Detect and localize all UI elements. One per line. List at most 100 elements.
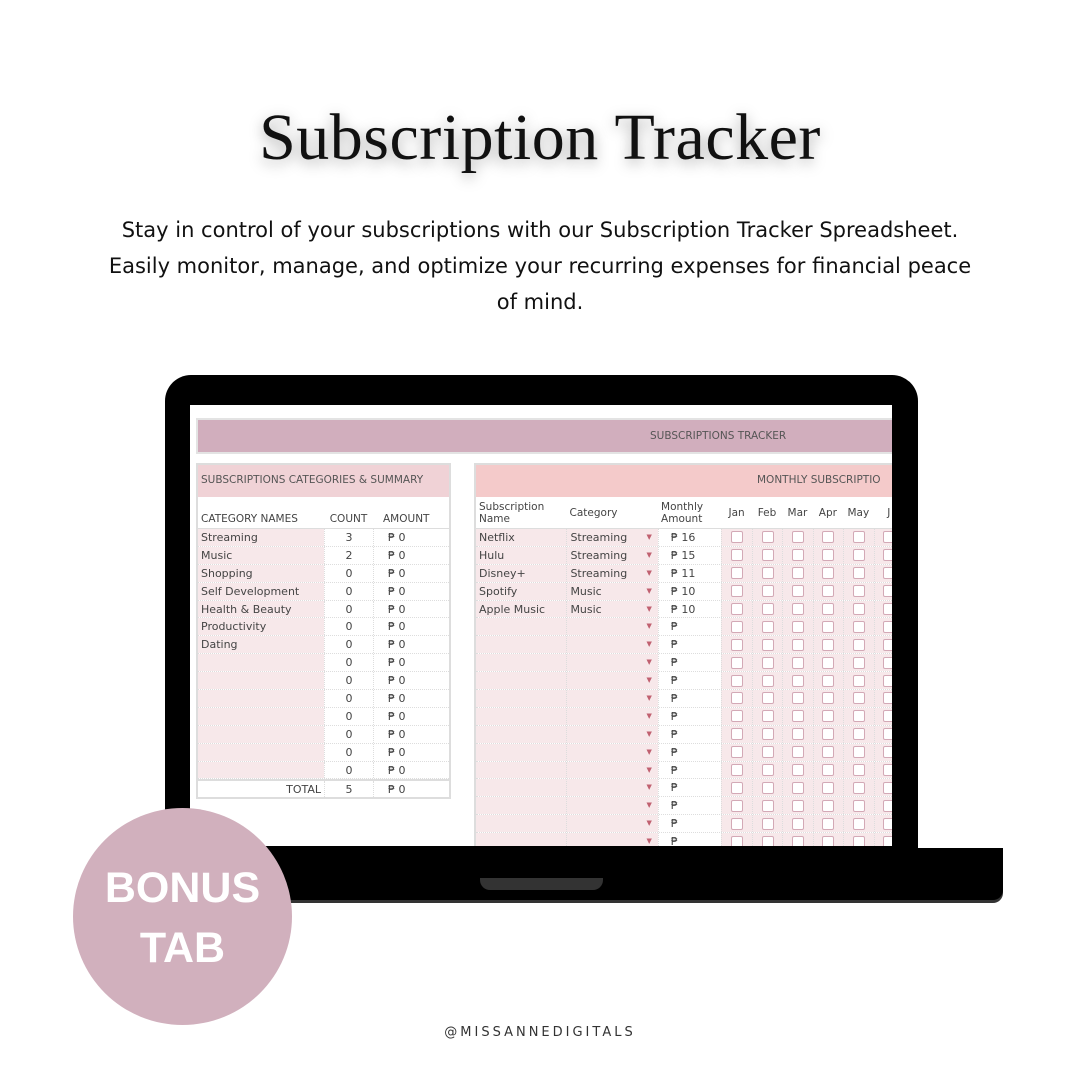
paid-checkbox[interactable]: [822, 549, 835, 562]
monthly-amount[interactable]: ₱ 11: [657, 564, 722, 582]
subscription-name[interactable]: [476, 636, 567, 654]
paid-checkbox[interactable]: [852, 799, 865, 812]
paid-checkbox[interactable]: [822, 799, 835, 812]
monthly-amount[interactable]: ₱: [657, 815, 722, 833]
paid-checkbox[interactable]: [822, 835, 835, 846]
dropdown-arrow-icon[interactable]: ▼: [646, 547, 651, 565]
monthly-amount[interactable]: ₱: [657, 743, 722, 761]
paid-checkbox[interactable]: [791, 638, 804, 651]
category-dropdown[interactable]: ▼: [566, 743, 658, 761]
paid-checkbox[interactable]: [761, 817, 774, 830]
paid-checkbox[interactable]: [731, 638, 744, 651]
category-dropdown[interactable]: Music ▼: [566, 600, 658, 619]
paid-checkbox[interactable]: [883, 835, 892, 846]
category-dropdown[interactable]: ▼: [566, 672, 658, 690]
paid-checkbox[interactable]: [822, 817, 835, 830]
paid-checkbox[interactable]: [822, 692, 835, 705]
paid-checkbox[interactable]: [883, 567, 892, 580]
paid-checkbox[interactable]: [791, 674, 804, 687]
paid-checkbox[interactable]: [791, 603, 804, 615]
category-dropdown[interactable]: ▼: [566, 833, 658, 846]
paid-checkbox[interactable]: [852, 835, 865, 846]
paid-checkbox[interactable]: [883, 620, 892, 633]
paid-checkbox[interactable]: [822, 710, 835, 723]
category-name[interactable]: [198, 761, 324, 779]
paid-checkbox[interactable]: [761, 585, 774, 598]
paid-checkbox[interactable]: [852, 620, 865, 633]
paid-checkbox[interactable]: [791, 710, 804, 723]
category-dropdown[interactable]: ▼: [566, 725, 658, 743]
paid-checkbox[interactable]: [761, 549, 774, 562]
paid-checkbox[interactable]: [761, 799, 774, 812]
subscription-name[interactable]: [476, 654, 567, 672]
paid-checkbox[interactable]: [822, 746, 835, 759]
subscription-name[interactable]: [476, 725, 567, 743]
dropdown-arrow-icon[interactable]: ▼: [646, 708, 651, 726]
subscription-name[interactable]: Apple Music: [476, 600, 567, 618]
paid-checkbox[interactable]: [822, 585, 835, 598]
category-name[interactable]: [198, 707, 324, 725]
paid-checkbox[interactable]: [731, 549, 744, 562]
paid-checkbox[interactable]: [852, 638, 865, 651]
dropdown-arrow-icon[interactable]: ▼: [646, 797, 651, 815]
dropdown-arrow-icon[interactable]: ▼: [646, 654, 651, 672]
paid-checkbox[interactable]: [852, 567, 865, 580]
paid-checkbox[interactable]: [791, 746, 804, 759]
monthly-amount[interactable]: ₱ 10: [657, 600, 722, 618]
monthly-amount[interactable]: ₱: [657, 618, 722, 636]
paid-checkbox[interactable]: [761, 656, 774, 669]
paid-checkbox[interactable]: [852, 674, 865, 687]
paid-checkbox[interactable]: [761, 764, 774, 777]
monthly-amount[interactable]: ₱: [657, 761, 722, 779]
dropdown-arrow-icon[interactable]: ▼: [646, 529, 651, 547]
category-name[interactable]: [198, 690, 324, 707]
paid-checkbox[interactable]: [852, 549, 865, 562]
paid-checkbox[interactable]: [761, 781, 774, 794]
paid-checkbox[interactable]: [761, 746, 774, 759]
dropdown-arrow-icon[interactable]: ▼: [646, 690, 651, 708]
paid-checkbox[interactable]: [791, 781, 804, 794]
monthly-amount[interactable]: ₱ 15: [657, 546, 722, 564]
paid-checkbox[interactable]: [731, 620, 744, 633]
paid-checkbox[interactable]: [822, 728, 835, 741]
paid-checkbox[interactable]: [731, 817, 744, 830]
paid-checkbox[interactable]: [791, 585, 804, 598]
paid-checkbox[interactable]: [822, 638, 835, 651]
paid-checkbox[interactable]: [731, 710, 744, 723]
category-dropdown[interactable]: ▼: [566, 815, 658, 833]
paid-checkbox[interactable]: [883, 710, 892, 723]
category-dropdown[interactable]: ▼: [566, 797, 658, 815]
paid-checkbox[interactable]: [761, 620, 774, 633]
paid-checkbox[interactable]: [731, 746, 744, 759]
category-dropdown[interactable]: ▼: [566, 636, 658, 654]
category-dropdown[interactable]: ▼: [566, 779, 658, 797]
category-name[interactable]: Shopping: [198, 564, 324, 582]
paid-checkbox[interactable]: [822, 603, 835, 615]
dropdown-arrow-icon[interactable]: ▼: [646, 601, 651, 619]
paid-checkbox[interactable]: [883, 781, 892, 794]
paid-checkbox[interactable]: [731, 692, 744, 705]
paid-checkbox[interactable]: [761, 531, 774, 544]
paid-checkbox[interactable]: [883, 764, 892, 777]
paid-checkbox[interactable]: [883, 746, 892, 759]
paid-checkbox[interactable]: [791, 764, 804, 777]
paid-checkbox[interactable]: [731, 781, 744, 794]
paid-checkbox[interactable]: [883, 799, 892, 812]
category-dropdown[interactable]: ▼: [566, 761, 658, 779]
dropdown-arrow-icon[interactable]: ▼: [646, 636, 651, 654]
category-name[interactable]: Self Development: [198, 582, 324, 600]
paid-checkbox[interactable]: [852, 692, 865, 705]
paid-checkbox[interactable]: [822, 781, 835, 794]
paid-checkbox[interactable]: [761, 710, 774, 723]
paid-checkbox[interactable]: [883, 692, 892, 705]
paid-checkbox[interactable]: [791, 728, 804, 741]
paid-checkbox[interactable]: [761, 692, 774, 705]
paid-checkbox[interactable]: [883, 638, 892, 651]
paid-checkbox[interactable]: [731, 585, 744, 598]
paid-checkbox[interactable]: [761, 835, 774, 846]
subscription-name[interactable]: [476, 672, 567, 690]
monthly-amount[interactable]: ₱ 16: [657, 529, 722, 546]
paid-checkbox[interactable]: [761, 567, 774, 580]
subscription-name[interactable]: Spotify: [476, 582, 567, 600]
paid-checkbox[interactable]: [761, 674, 774, 687]
